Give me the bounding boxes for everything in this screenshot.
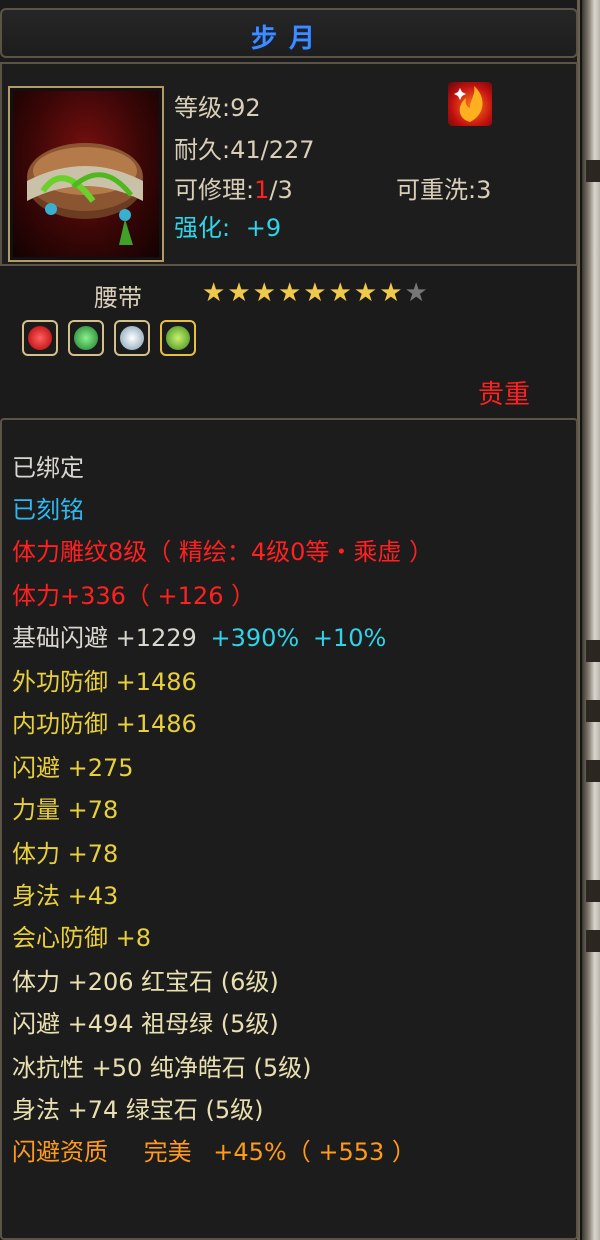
dodge-base-bonus1: +390% bbox=[210, 624, 300, 652]
gem-attr-diamond: 冰抗性 +50 纯净皓石 (5级) bbox=[12, 1054, 312, 1082]
quality-label: 闪避资质 bbox=[12, 1138, 108, 1166]
ruby-icon[interactable] bbox=[22, 320, 58, 356]
repair-used: 1 bbox=[254, 176, 270, 204]
crit-def-attr: 会心防御 +8 bbox=[12, 924, 152, 952]
item-name: 步月 bbox=[250, 24, 327, 54]
item-durability: 耐久:41/227 bbox=[174, 136, 315, 164]
star-rating: ★★★★★★★★★ bbox=[202, 278, 430, 308]
bound-status: 已绑定 bbox=[12, 454, 84, 482]
enhance-label: 强化: bbox=[174, 214, 231, 242]
item-level: 等级:92 bbox=[174, 94, 261, 122]
enhance-value: +9 bbox=[245, 214, 282, 242]
star-filled-icon: ★ bbox=[277, 278, 302, 308]
item-tooltip: 步月 等级:92 耐久:41/227 可修理:1/3 可重洗:3 强化: +9 … bbox=[0, 0, 580, 1240]
rarity-label: 贵重 bbox=[478, 380, 531, 410]
flame-icon bbox=[448, 82, 492, 126]
dodge-attr: 闪避 +275 bbox=[12, 754, 134, 782]
quality-value: +45%（ +553 ） bbox=[213, 1138, 416, 1166]
item-header: 等级:92 耐久:41/227 可修理:1/3 可重洗:3 强化: +9 bbox=[0, 62, 578, 266]
attribute-panel: 已绑定 已刻铭 体力雕纹8级（ 精绘：4级0等・乘虚 ） 体力+336（ +12… bbox=[0, 418, 578, 1240]
repair-total: /3 bbox=[269, 176, 293, 204]
star-filled-icon: ★ bbox=[303, 278, 327, 308]
repair-count: 可修理:1/3 bbox=[174, 170, 293, 205]
dodge-base-attr: 基础闪避 +1229 +390% +10% bbox=[12, 618, 386, 653]
emerald-icon[interactable] bbox=[68, 320, 104, 356]
belt-icon bbox=[13, 91, 159, 257]
dodge-base-label: 基础闪避 +1229 bbox=[12, 624, 197, 652]
item-icon-frame bbox=[8, 86, 164, 262]
repair-label: 可修理: bbox=[174, 176, 255, 204]
strength-attr: 力量 +78 bbox=[12, 796, 119, 824]
green-gem-icon[interactable] bbox=[160, 320, 196, 356]
gem-attr-emerald: 闪避 +494 祖母绿 (5级) bbox=[12, 1010, 279, 1038]
outer-def-attr: 外功防御 +1486 bbox=[12, 668, 197, 696]
gem-attr-ruby: 体力 +206 红宝石 (6级) bbox=[12, 968, 279, 996]
engraved-status: 已刻铭 bbox=[12, 496, 84, 524]
quality-grade: 完美 bbox=[143, 1138, 192, 1166]
dodge-base-bonus2: +10% bbox=[312, 624, 387, 652]
star-filled-icon: ★ bbox=[353, 278, 378, 308]
background-window-edge bbox=[582, 0, 600, 1240]
star-filled-icon: ★ bbox=[202, 278, 226, 308]
stamina-attr: 体力 +78 bbox=[12, 840, 119, 868]
enhance-level: 强化: +9 bbox=[174, 208, 281, 243]
quality-attr: 闪避资质 完美 +45%（ +553 ） bbox=[12, 1132, 416, 1167]
agility-attr: 身法 +43 bbox=[12, 882, 119, 910]
star-filled-icon: ★ bbox=[227, 278, 251, 308]
item-type: 腰带 bbox=[94, 284, 142, 312]
star-empty-icon: ★ bbox=[404, 278, 428, 308]
reroll-count: 可重洗:3 bbox=[396, 176, 492, 204]
star-filled-icon: ★ bbox=[379, 278, 403, 308]
stamina-main-attr: 体力+336（ +126 ） bbox=[12, 582, 256, 610]
diamond-icon[interactable] bbox=[114, 320, 150, 356]
star-filled-icon: ★ bbox=[328, 278, 352, 308]
inner-def-attr: 内功防御 +1486 bbox=[12, 710, 197, 738]
gem-attr-green: 身法 +74 绿宝石 (5级) bbox=[12, 1096, 264, 1124]
title-bar: 步月 bbox=[0, 8, 578, 58]
star-filled-icon: ★ bbox=[252, 278, 276, 308]
carving-attr: 体力雕纹8级（ 精绘：4级0等・乘虚 ） bbox=[12, 538, 434, 566]
